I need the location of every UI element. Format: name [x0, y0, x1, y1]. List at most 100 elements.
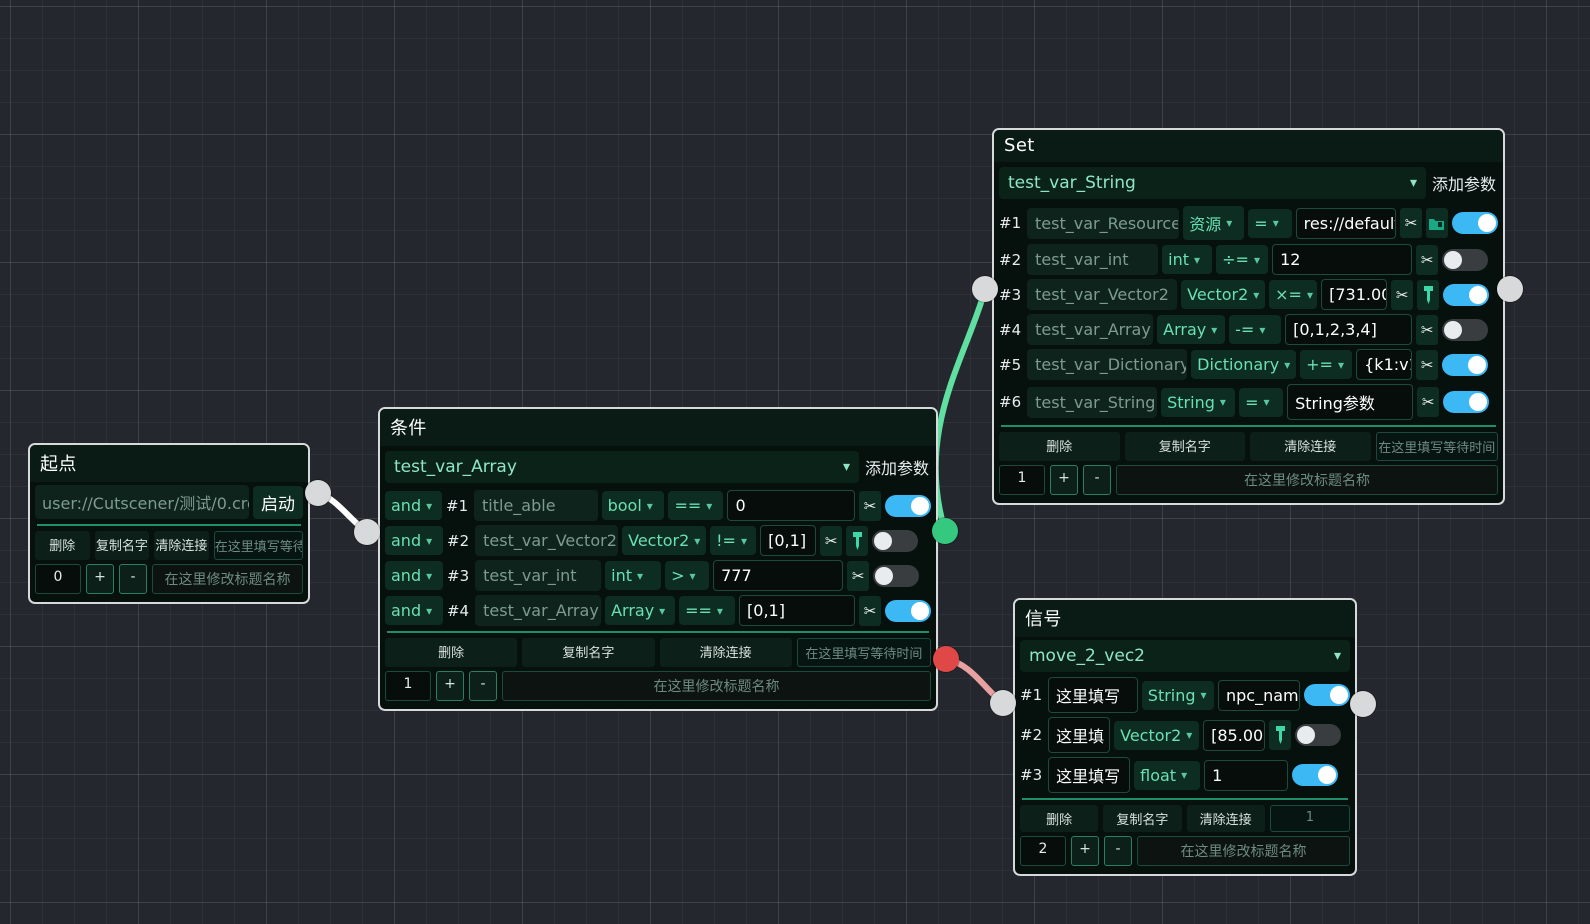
port-set-output[interactable] — [1497, 276, 1523, 302]
wait-time-input[interactable]: 1 — [1269, 805, 1350, 832]
increment-button[interactable]: + — [1050, 465, 1078, 495]
decrement-button[interactable]: - — [1104, 836, 1132, 866]
row-toggle[interactable] — [1442, 318, 1489, 341]
wait-time-input[interactable]: 在这里填写等待时间 — [796, 638, 931, 667]
cut-icon[interactable]: ✂ — [1416, 244, 1439, 275]
clear-link-button[interactable]: 清除连接 — [154, 531, 209, 560]
type-dropdown[interactable]: String ▾ — [1141, 680, 1214, 710]
variable-name-input[interactable]: test_var_Array — [1027, 314, 1154, 345]
row-toggle[interactable] — [1292, 764, 1339, 786]
operator-dropdown[interactable]: == ▾ — [679, 596, 736, 625]
title-edit-input[interactable]: 在这里修改标题名称 — [1137, 836, 1350, 866]
operator-dropdown[interactable]: > ▾ — [665, 561, 710, 590]
operator-dropdown[interactable]: += ▾ — [1300, 350, 1353, 379]
value-input[interactable]: 777 — [713, 560, 844, 591]
delete-button[interactable]: 删除 — [999, 432, 1120, 461]
port-set-input[interactable] — [972, 276, 998, 302]
row-toggle[interactable] — [872, 529, 919, 552]
variable-name-input[interactable]: test_var_Vector2 — [475, 525, 619, 556]
param-name-input[interactable]: 这里填写 — [1048, 757, 1131, 793]
operator-dropdown[interactable]: ×= ▾ — [1269, 280, 1318, 309]
row-toggle[interactable] — [1451, 212, 1498, 234]
value-input[interactable]: res://default — [1295, 207, 1396, 239]
value-input[interactable]: String参数 — [1287, 384, 1414, 420]
type-dropdown[interactable]: bool ▾ — [601, 491, 665, 520]
param-name-input[interactable]: 这里填 — [1048, 717, 1111, 753]
logic-dropdown[interactable]: and ▾ — [385, 596, 443, 625]
counter-value[interactable]: 0 — [35, 564, 81, 594]
folder-icon[interactable] — [1425, 208, 1448, 238]
increment-button[interactable]: + — [1071, 836, 1099, 866]
decrement-button[interactable]: - — [119, 564, 147, 594]
decrement-button[interactable]: - — [469, 671, 497, 701]
counter-value[interactable]: 1 — [385, 671, 431, 701]
wait-time-input[interactable]: 在这里填写等待时间 — [1375, 432, 1498, 461]
clear-link-button[interactable]: 清除连接 — [1186, 805, 1265, 832]
title-edit-input[interactable]: 在这里修改标题名称 — [152, 564, 303, 594]
value-input[interactable]: [0,1] — [739, 595, 856, 626]
variable-name-input[interactable]: test_var_int — [475, 560, 602, 591]
pin-icon[interactable] — [1417, 279, 1440, 310]
copy-name-button[interactable]: 复制名字 — [1103, 805, 1182, 832]
logic-dropdown[interactable]: and ▾ — [385, 491, 442, 520]
node-signal[interactable]: 信号 move_2_vec2 ▾ #1 这里填写 String ▾ npc_nam… — [1013, 598, 1357, 876]
operator-dropdown[interactable]: ÷= ▾ — [1216, 245, 1269, 274]
cut-icon[interactable]: ✂ — [1416, 314, 1439, 345]
delete-button[interactable]: 删除 — [35, 531, 90, 560]
counter-value[interactable]: 1 — [999, 465, 1045, 495]
clear-link-button[interactable]: 清除连接 — [659, 638, 792, 667]
port-start-output[interactable] — [305, 480, 331, 506]
node-condition[interactable]: 条件 test_var_Array ▾ 添加参数 and ▾ #1 title_a… — [378, 407, 938, 711]
type-dropdown[interactable]: String ▾ — [1161, 387, 1236, 417]
row-toggle[interactable] — [873, 564, 920, 587]
operator-dropdown[interactable]: != ▾ — [710, 526, 757, 555]
variable-selector[interactable]: test_var_Array ▾ — [385, 451, 859, 483]
operator-dropdown[interactable]: = ▾ — [1248, 208, 1292, 238]
copy-name-button[interactable]: 复制名字 — [522, 638, 655, 667]
variable-name-input[interactable]: test_var_String — [1027, 386, 1158, 418]
start-run-button[interactable]: 启动 — [253, 485, 303, 519]
port-signal-output[interactable] — [1350, 691, 1376, 717]
value-input[interactable]: 0 — [727, 490, 855, 521]
row-toggle[interactable] — [1303, 684, 1350, 706]
cut-icon[interactable]: ✂ — [1399, 208, 1422, 238]
cut-icon[interactable]: ✂ — [1391, 279, 1414, 310]
row-toggle[interactable] — [1295, 724, 1342, 746]
value-input[interactable]: 12 — [1272, 244, 1413, 275]
param-value-input[interactable]: 1 — [1204, 759, 1289, 791]
increment-button[interactable]: + — [86, 564, 114, 594]
value-input[interactable]: {k1:v1,k — [1356, 349, 1413, 380]
variable-name-input[interactable]: test_var_Vector2 — [1027, 279, 1178, 310]
cut-icon[interactable]: ✂ — [859, 490, 881, 521]
title-edit-input[interactable]: 在这里修改标题名称 — [502, 671, 931, 701]
node-start[interactable]: 起点 user://Cutscener/测试/0.crd 启动 删除 复制名字 … — [28, 443, 310, 604]
decrement-button[interactable]: - — [1083, 465, 1111, 495]
node-set[interactable]: Set test_var_String ▾ 添加参数 #1 test_var_R… — [992, 128, 1505, 505]
port-signal-input[interactable] — [990, 690, 1016, 716]
value-input[interactable]: [0,1] — [760, 525, 817, 556]
increment-button[interactable]: + — [436, 671, 464, 701]
row-toggle[interactable] — [1443, 283, 1490, 306]
type-dropdown[interactable]: Vector2 ▾ — [1181, 280, 1266, 309]
operator-dropdown[interactable]: = ▾ — [1239, 387, 1284, 417]
param-value-input[interactable]: [85.000 — [1203, 719, 1266, 751]
type-dropdown[interactable]: int ▾ — [1162, 245, 1213, 274]
param-value-input[interactable]: npc_name — [1217, 679, 1300, 711]
type-dropdown[interactable]: 资源 ▾ — [1183, 206, 1245, 240]
add-param-button[interactable]: 添加参数 — [1430, 165, 1498, 201]
type-dropdown[interactable]: float ▾ — [1134, 760, 1201, 790]
row-toggle[interactable] — [1443, 391, 1490, 413]
type-dropdown[interactable]: Vector2 ▾ — [622, 526, 707, 555]
start-path-input[interactable]: user://Cutscener/测试/0.crd — [35, 485, 249, 519]
variable-name-input[interactable]: test_var_int — [1027, 244, 1159, 275]
cut-icon[interactable]: ✂ — [847, 560, 870, 591]
delete-button[interactable]: 删除 — [1020, 805, 1099, 832]
signal-selector[interactable]: move_2_vec2 ▾ — [1020, 640, 1350, 672]
delete-button[interactable]: 删除 — [385, 638, 518, 667]
row-toggle[interactable] — [1442, 353, 1489, 376]
type-dropdown[interactable]: int ▾ — [605, 561, 662, 590]
type-dropdown[interactable]: Array ▾ — [1157, 315, 1226, 344]
operator-dropdown[interactable]: -= ▾ — [1229, 315, 1282, 344]
wait-time-input[interactable]: 在这里填写等待时间 — [213, 531, 303, 560]
copy-name-button[interactable]: 复制名字 — [94, 531, 150, 560]
